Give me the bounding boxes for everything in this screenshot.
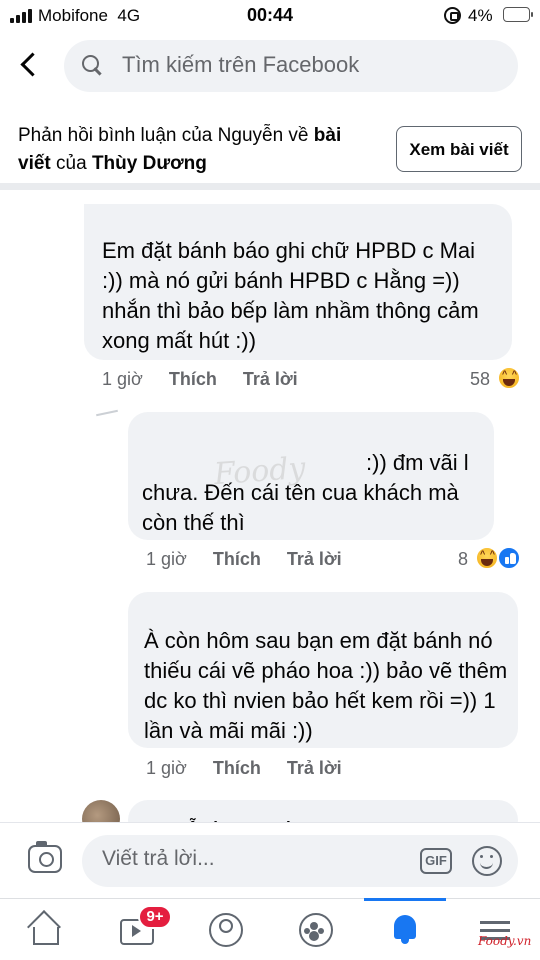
status-bar: Mobifone 4G 00:44 4%	[0, 0, 540, 32]
search-box[interactable]	[64, 40, 518, 92]
comment-text: À còn hôm sau bạn em đặt bánh nó thiếu c…	[144, 628, 508, 743]
reply-button[interactable]: Trả lời	[287, 549, 342, 570]
watermark-logo: Foody.vn	[478, 934, 532, 948]
haha-icon	[476, 547, 498, 569]
post-author[interactable]: Thùy Dương	[92, 153, 207, 174]
reply-context-banner: Phản hồi bình luận của Nguyễn về bài viết…	[0, 104, 540, 190]
rotation-lock-icon	[444, 7, 461, 24]
comment-time: 1 giờ	[146, 549, 187, 569]
profile-icon	[208, 913, 243, 947]
bottom-tab-bar: 9+	[0, 898, 540, 960]
reply-box[interactable]: GIF	[82, 835, 518, 887]
reaction-count[interactable]: 58	[470, 369, 490, 390]
tab-groups[interactable]	[270, 899, 360, 960]
like-button[interactable]: Thích	[213, 549, 261, 570]
view-post-button[interactable]: Xem bài viết	[396, 126, 522, 172]
home-icon	[28, 913, 62, 945]
like-button[interactable]: Thích	[213, 758, 261, 779]
reply-input[interactable]	[102, 847, 402, 871]
watermark: Foody	[212, 450, 307, 493]
search-icon	[82, 55, 104, 77]
comment-text-first-line: :)) đm vãi l	[366, 450, 469, 475]
comment-actions: 1 giờ Thích Trả lời	[102, 369, 298, 390]
comment-bubble[interactable]: À còn hôm sau bạn em đặt bánh nó thiếu c…	[128, 592, 518, 748]
emoji-icon[interactable]	[472, 846, 502, 876]
gif-icon[interactable]: GIF	[420, 848, 452, 874]
search-header	[0, 32, 540, 102]
reply-bar: GIF	[0, 822, 540, 898]
comment-time: 1 giờ	[102, 369, 143, 389]
comment-time: 1 giờ	[146, 758, 187, 778]
battery-percent: 4%	[468, 6, 493, 25]
bell-icon	[388, 913, 422, 945]
tab-profile[interactable]	[180, 899, 270, 960]
reaction-count[interactable]: 8	[458, 549, 468, 570]
comment-bubble[interactable]: :)) đm vãi l chưa. Đến cái tên cua khách…	[128, 412, 494, 540]
back-arrow-icon[interactable]	[18, 50, 42, 80]
groups-icon	[298, 913, 333, 947]
haha-icon	[498, 367, 520, 389]
search-input[interactable]	[122, 52, 502, 78]
tab-notifications[interactable]	[360, 898, 450, 960]
comment-actions: 1 giờ Thích Trả lời	[146, 549, 342, 570]
comment-text: Em đặt bánh báo ghi chữ HPBD c Mai :)) m…	[102, 238, 479, 353]
thread-line	[96, 409, 118, 417]
reply-button[interactable]: Trả lời	[243, 369, 298, 390]
context-text: Phản hồi bình luận của Nguyễn về bài viết…	[18, 125, 342, 174]
tab-watch[interactable]: 9+	[90, 899, 180, 960]
tab-menu[interactable]	[450, 899, 540, 960]
reply-button[interactable]: Trả lời	[287, 758, 342, 779]
comment-actions: 1 giờ Thích Trả lời	[146, 758, 342, 779]
tab-home[interactable]	[0, 899, 90, 960]
like-reaction-icon	[498, 547, 520, 569]
comment-text: chưa. Đến cái tên cua khách mà còn thế t…	[142, 480, 459, 535]
like-button[interactable]: Thích	[169, 369, 217, 390]
camera-icon[interactable]	[28, 841, 62, 873]
battery-icon	[503, 7, 533, 22]
notification-badge: 9+	[138, 905, 172, 929]
comment-bubble[interactable]: Em đặt bánh báo ghi chữ HPBD c Mai :)) m…	[84, 204, 512, 360]
